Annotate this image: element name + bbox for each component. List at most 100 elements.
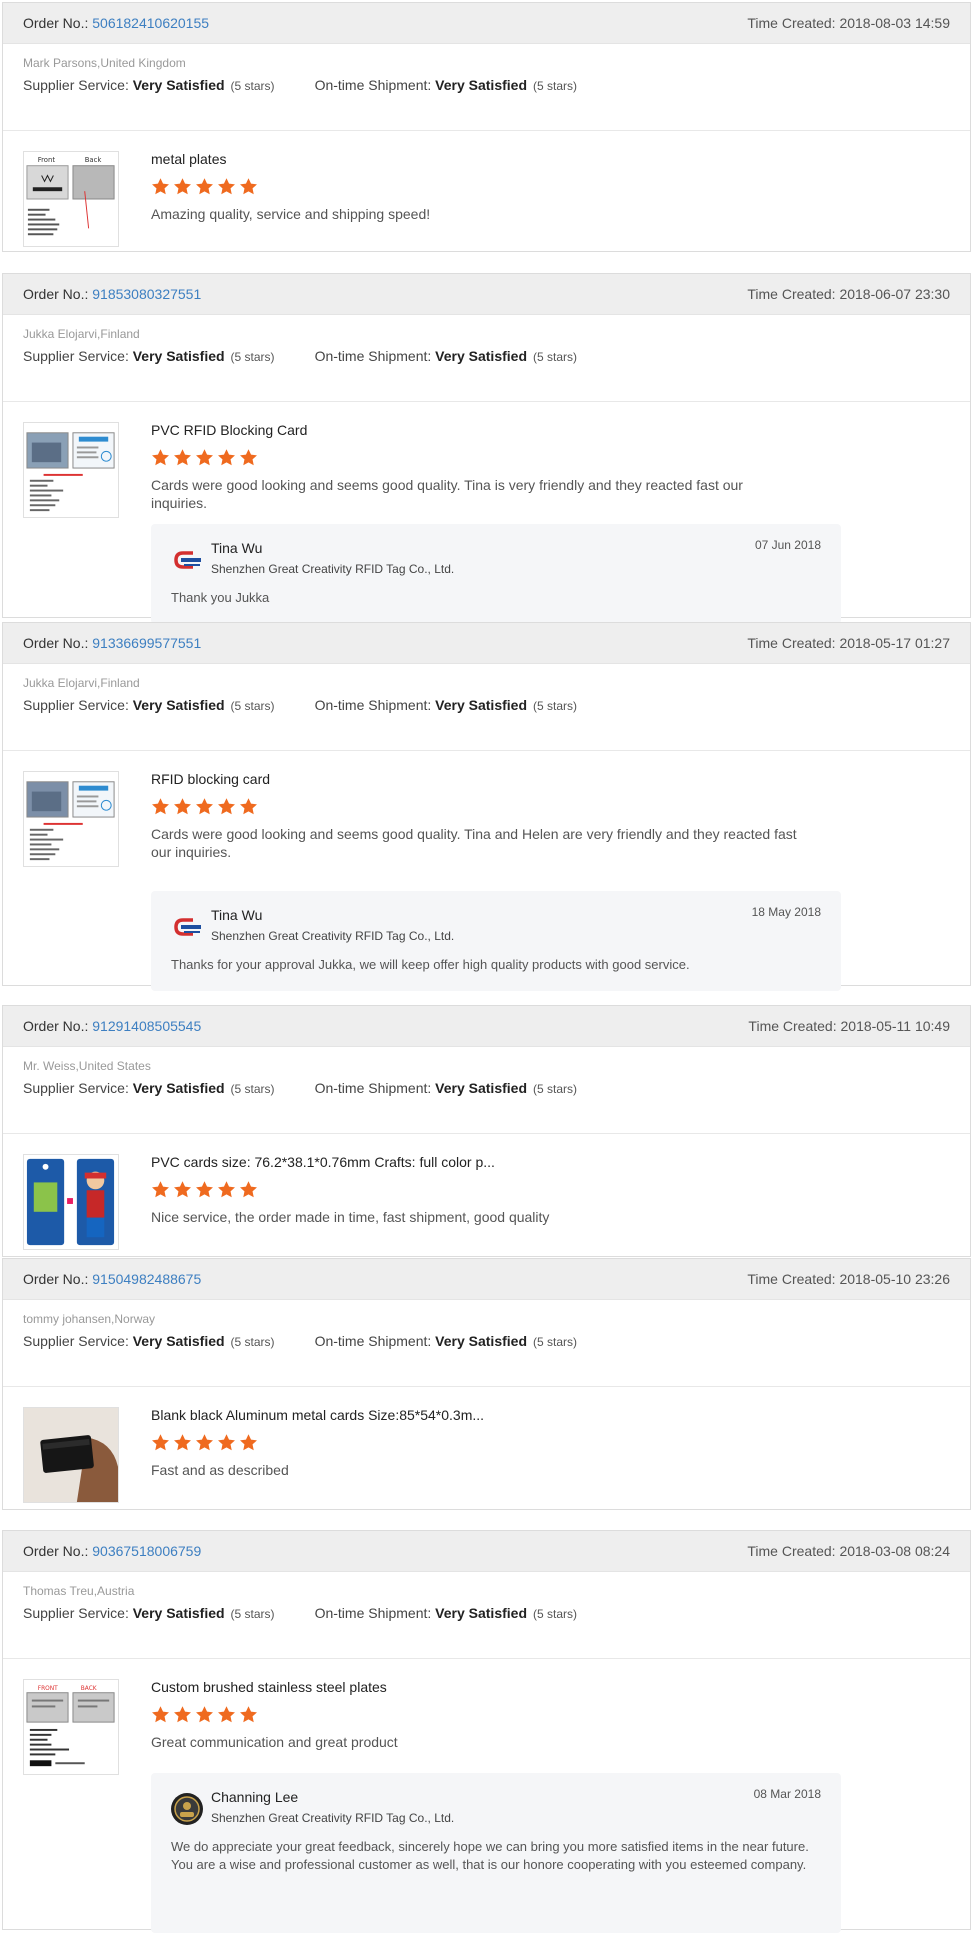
review-header: Order No.: 91853080327551 Time Created: 2… [3, 274, 970, 315]
svg-text:Back: Back [85, 156, 102, 164]
star-icon [217, 1433, 236, 1452]
order-number-link[interactable]: 91291408505545 [92, 1018, 201, 1034]
shipment-label: On-time Shipment: [314, 697, 436, 713]
shipment-label: On-time Shipment: [314, 77, 436, 93]
star-icon [217, 1705, 236, 1724]
order-number-link[interactable]: 90367518006759 [92, 1543, 201, 1559]
star-icon [217, 448, 236, 467]
supplier-service-rating: Very Satisfied [132, 77, 225, 93]
review-header: Order No.: 506182410620155 Time Created: … [3, 3, 970, 44]
review-meta: tommy johansen,Norway Supplier Service: V… [3, 1300, 970, 1387]
time-created: Time Created: 2018-05-10 23:26 [747, 1271, 950, 1287]
star-icon [195, 1705, 214, 1724]
product-title[interactable]: PVC RFID Blocking Card [151, 422, 307, 438]
star-icon [173, 797, 192, 816]
review-text: Fast and as described [151, 1462, 289, 1478]
order-number-link[interactable]: 91336699577551 [92, 635, 201, 651]
review-meta: Thomas Treu,Austria Supplier Service: Ver… [3, 1572, 970, 1659]
supplier-service-label: Supplier Service: [23, 77, 133, 93]
supplier-service-stars: (5 stars) [230, 1607, 275, 1621]
review-text: Amazing quality, service and shipping sp… [151, 206, 431, 222]
shipment-rating: Very Satisfied [435, 77, 527, 93]
black-card-thumbnail[interactable] [23, 1407, 119, 1503]
supplier-service-stars: (5 stars) [230, 1082, 275, 1096]
star-icon [195, 448, 214, 467]
color-card-thumbnail[interactable] [23, 1154, 119, 1250]
order-label: Order No.: [23, 1543, 93, 1559]
ratings-row: Supplier Service: Very Satisfied (5 stars… [23, 77, 577, 93]
star-icon [151, 1180, 170, 1199]
star-icon [173, 448, 192, 467]
shipment-stars: (5 stars) [533, 1082, 578, 1096]
order-number-link[interactable]: 506182410620155 [92, 15, 209, 31]
time-created-value: 2018-05-11 10:49 [840, 1018, 951, 1034]
shipment-stars: (5 stars) [533, 1335, 578, 1349]
product-title[interactable]: PVC cards size: 76.2*38.1*0.76mm Crafts:… [151, 1154, 495, 1170]
product-title[interactable]: metal plates [151, 151, 226, 167]
supplier-service-stars: (5 stars) [230, 350, 275, 364]
star-icon [239, 1180, 258, 1199]
seller-reply: Tina Wu Shenzhen Great Creativity RFID Ta… [151, 891, 841, 991]
order-label: Order No.: [23, 635, 93, 651]
buyer-name: Mr. Weiss,United States [23, 1059, 151, 1073]
shipment-label: On-time Shipment: [314, 348, 436, 364]
shipment-label: On-time Shipment: [314, 1333, 436, 1349]
star-icon [151, 177, 170, 196]
shipment-rating: Very Satisfied [435, 1333, 527, 1349]
supplier-service-rating: Very Satisfied [132, 1605, 225, 1621]
shipment-label: On-time Shipment: [314, 1605, 436, 1621]
reply-text: Thanks for your approval Jukka, we will … [171, 957, 690, 972]
star-icon [151, 1433, 170, 1452]
star-icon [195, 797, 214, 816]
ratings-row: Supplier Service: Very Satisfied (5 stars… [23, 697, 577, 713]
shipment-rating: Very Satisfied [435, 697, 527, 713]
time-created-value: 2018-06-07 23:30 [839, 286, 950, 302]
star-icon [195, 1180, 214, 1199]
star-icon [239, 448, 258, 467]
steel-plate-thumbnail[interactable]: FRONT BACK [23, 1679, 119, 1775]
product-title[interactable]: Blank black Aluminum metal cards Size:85… [151, 1407, 484, 1423]
order-info: Order No.: 91336699577551 [23, 635, 201, 651]
reply-company-name: Shenzhen Great Creativity RFID Tag Co., … [211, 562, 455, 576]
ratings-row: Supplier Service: Very Satisfied (5 stars… [23, 1080, 577, 1096]
supplier-service-label: Supplier Service: [23, 1605, 133, 1621]
star-icon [173, 1705, 192, 1724]
star-icon [217, 1180, 236, 1199]
seller-reply: Tina Wu Shenzhen Great Creativity RFID Ta… [151, 524, 841, 624]
shipment-stars: (5 stars) [533, 699, 578, 713]
company-logo-icon [171, 544, 203, 576]
supplier-service-rating: Very Satisfied [132, 697, 225, 713]
reply-company-name: Shenzhen Great Creativity RFID Tag Co., … [211, 1811, 455, 1825]
pvc-card-thumbnail[interactable] [23, 422, 119, 518]
buyer-name: Thomas Treu,Austria [23, 1584, 135, 1598]
supplier-service-rating: Very Satisfied [132, 1080, 225, 1096]
shipment-stars: (5 stars) [533, 79, 578, 93]
ratings-row: Supplier Service: Very Satisfied (5 stars… [23, 348, 577, 364]
order-number-link[interactable]: 91853080327551 [92, 286, 201, 302]
review-meta: Jukka Elojarvi,Finland Supplier Service: … [3, 315, 970, 402]
review-card: Order No.: 91336699577551 Time Created: 2… [2, 622, 971, 991]
metal-plate-thumbnail[interactable]: Front Back [23, 151, 119, 247]
rfid-card-thumbnail[interactable] [23, 771, 119, 867]
star-icon [239, 797, 258, 816]
time-created-value: 2018-08-03 14:59 [839, 15, 950, 31]
star-rating [151, 177, 261, 197]
review-card: Order No.: 91853080327551 Time Created: 2… [2, 273, 971, 624]
product-title[interactable]: RFID blocking card [151, 771, 270, 787]
time-created: Time Created: 2018-05-17 01:27 [747, 635, 950, 651]
time-created-value: 2018-05-17 01:27 [839, 635, 950, 651]
reply-author-name: Channing Lee [211, 1789, 299, 1805]
order-number-link[interactable]: 91504982488675 [92, 1271, 201, 1287]
review-text: Cards were good looking and seems good q… [151, 826, 797, 860]
review-card: Order No.: 91291408505545 Time Created: 2… [2, 1005, 971, 1257]
time-created-label: Time Created: [747, 286, 840, 302]
product-title[interactable]: Custom brushed stainless steel plates [151, 1679, 387, 1695]
time-created-label: Time Created: [747, 1543, 840, 1559]
supplier-service-label: Supplier Service: [23, 697, 133, 713]
star-rating [151, 1180, 261, 1200]
order-info: Order No.: 506182410620155 [23, 15, 209, 31]
supplier-service-label: Supplier Service: [23, 348, 133, 364]
supplier-service-stars: (5 stars) [230, 1335, 275, 1349]
review-header: Order No.: 91291408505545 Time Created: 2… [3, 1006, 970, 1047]
review-meta: Mr. Weiss,United States Supplier Service:… [3, 1047, 970, 1134]
